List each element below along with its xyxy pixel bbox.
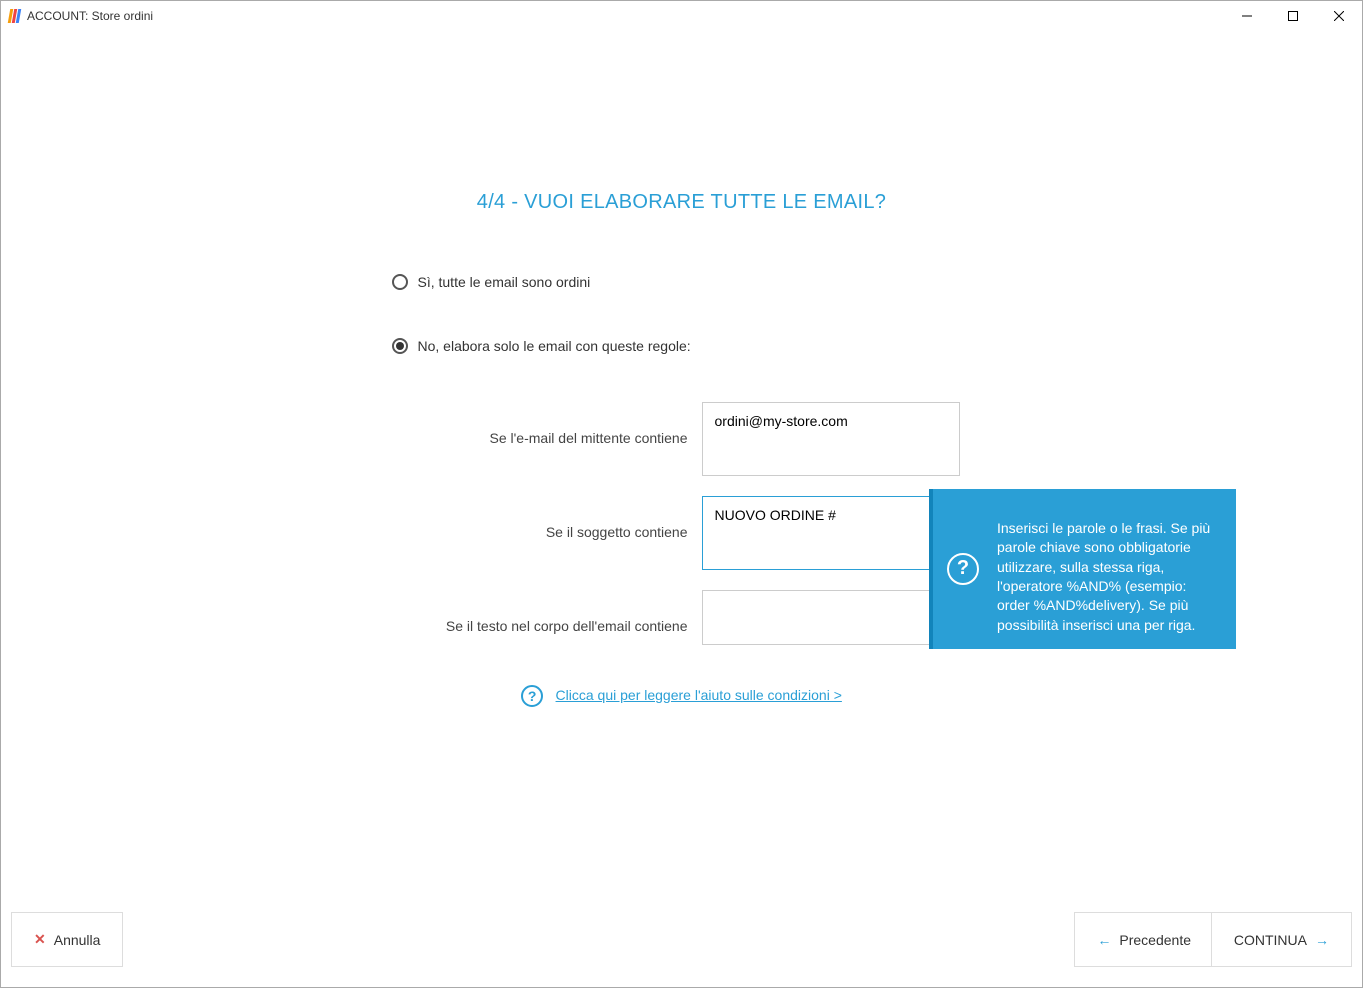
help-link[interactable]: Clicca qui per leggere l'aiuto sulle con…	[556, 687, 842, 703]
help-link-row: ? Clicca qui per leggere l'aiuto sulle c…	[392, 685, 972, 707]
previous-label: Precedente	[1119, 932, 1191, 948]
cancel-label: Annulla	[54, 932, 101, 948]
field-body: Se il testo nel corpo dell'email contien…	[392, 590, 972, 645]
minimize-icon	[1242, 11, 1252, 21]
previous-button[interactable]: ← Precedente	[1074, 912, 1214, 967]
radio-label: No, elabora solo le email con queste reg…	[418, 338, 691, 354]
radio-process-all[interactable]: Sì, tutte le email sono ordini	[392, 274, 972, 290]
app-logo-icon	[9, 9, 21, 23]
maximize-button[interactable]	[1270, 1, 1316, 31]
cancel-button[interactable]: ✕ Annulla	[11, 912, 123, 967]
maximize-icon	[1288, 11, 1298, 21]
window-controls	[1224, 1, 1362, 31]
sender-input[interactable]	[702, 402, 960, 476]
radio-icon	[392, 338, 408, 354]
body-input[interactable]	[702, 590, 960, 645]
cancel-x-icon: ✕	[34, 931, 46, 948]
arrow-left-icon: ←	[1097, 932, 1111, 948]
body-label: Se il testo nel corpo dell'email contien…	[392, 590, 702, 634]
wizard-footer: ✕ Annulla ← Precedente CONTINUA →	[1, 867, 1362, 987]
close-button[interactable]	[1316, 1, 1362, 31]
minimize-button[interactable]	[1224, 1, 1270, 31]
field-subject: Se il soggetto contiene	[392, 496, 972, 570]
tooltip-text: Inserisci le parole o le frasi. Se più p…	[997, 520, 1210, 633]
radio-process-rules[interactable]: No, elabora solo le email con queste reg…	[392, 338, 972, 354]
help-icon: ?	[521, 685, 543, 707]
content-area: 4/4 - VUOI ELABORARE TUTTE LE EMAIL? Sì,…	[1, 31, 1362, 987]
sender-label: Se l'e-mail del mittente contiene	[392, 402, 702, 446]
titlebar: ACCOUNT: Store ordini	[1, 1, 1362, 31]
tooltip-help-icon: ?	[947, 553, 979, 585]
wizard-step-heading: 4/4 - VUOI ELABORARE TUTTE LE EMAIL?	[1, 191, 1362, 214]
window-title: ACCOUNT: Store ordini	[27, 9, 153, 23]
arrow-right-icon: →	[1315, 932, 1329, 948]
subject-label: Se il soggetto contiene	[392, 496, 702, 540]
radio-icon	[392, 274, 408, 290]
radio-label: Sì, tutte le email sono ordini	[418, 274, 591, 290]
close-icon	[1334, 11, 1344, 21]
field-sender: Se l'e-mail del mittente contiene	[392, 402, 972, 476]
subject-input[interactable]	[702, 496, 960, 570]
wizard-form: Sì, tutte le email sono ordini No, elabo…	[392, 274, 972, 707]
app-window: ACCOUNT: Store ordini 4/4 - VUOI ELABORA…	[0, 0, 1363, 988]
subject-tooltip: ? Inserisci le parole o le frasi. Se più…	[929, 489, 1236, 649]
continue-button[interactable]: CONTINUA →	[1211, 912, 1352, 967]
continue-label: CONTINUA	[1234, 932, 1307, 948]
